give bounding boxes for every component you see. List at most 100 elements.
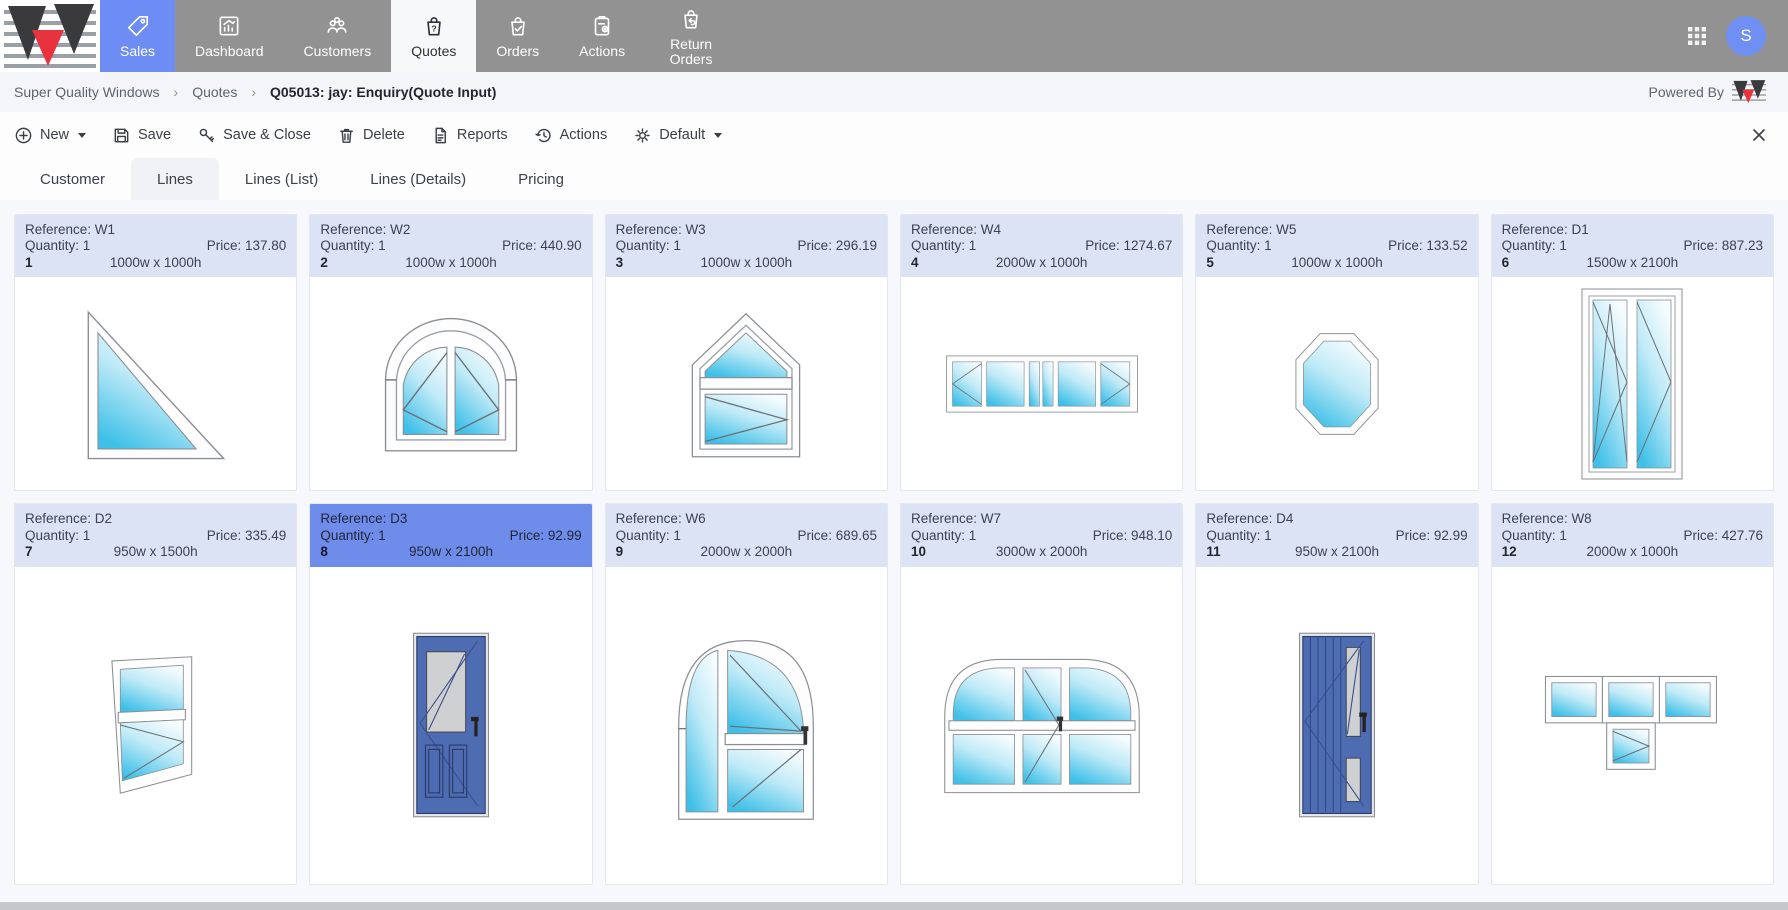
delete-button[interactable]: Delete — [337, 126, 405, 145]
card-line-number: 2 — [320, 255, 385, 271]
card-quantity: Quantity: 1 — [1206, 238, 1271, 254]
card-dimensions: 2000w x 1000h — [976, 255, 1107, 271]
save-button[interactable]: Save — [112, 126, 171, 145]
tab-lines[interactable]: Lines — [131, 158, 219, 200]
apps-grid-icon[interactable] — [1686, 25, 1708, 47]
save-and-close-label: Save & Close — [223, 127, 311, 143]
product-drawing-wide-arched-window — [901, 567, 1182, 884]
nav-tab-label: Orders — [496, 44, 539, 59]
tab-label: Lines — [157, 171, 193, 188]
nav-tab-actions[interactable]: Actions — [559, 0, 645, 72]
bag-check-icon — [505, 13, 531, 39]
quote-line-card-d4[interactable]: Reference: D4 Quantity: 1Price: 92.99 11… — [1195, 503, 1478, 884]
save-and-close-button[interactable]: Save & Close — [197, 126, 311, 145]
reports-button-label: Reports — [457, 127, 508, 143]
quote-line-card-w8[interactable]: Reference: W8 Quantity: 1Price: 427.76 1… — [1491, 503, 1774, 884]
reports-button[interactable]: Reports — [431, 126, 508, 145]
nav-tabs: Sales Dashboard Customers ? Quotes — [100, 0, 737, 72]
quote-line-card-w6[interactable]: Reference: W6 Quantity: 1Price: 689.65 9… — [605, 503, 888, 884]
card-quantity: Quantity: 1 — [25, 528, 90, 544]
product-drawing-arched-door — [606, 567, 887, 884]
user-avatar[interactable]: S — [1726, 16, 1766, 56]
breadcrumb-separator: › — [251, 84, 256, 100]
quote-line-card-w5[interactable]: Reference: W5 Quantity: 1Price: 133.52 5… — [1195, 214, 1478, 491]
tab-lines-details[interactable]: Lines (Details) — [344, 158, 492, 200]
product-drawing-arched-window — [310, 277, 591, 490]
bottom-scrollbar-track[interactable] — [0, 902, 1788, 910]
product-drawing-open-window — [15, 567, 296, 884]
logo-icon — [4, 4, 96, 68]
card-price: Price: 137.80 — [207, 238, 287, 254]
svg-text:?: ? — [431, 24, 436, 34]
card-reference: Reference: D1 — [1502, 222, 1763, 238]
nav-tab-customers[interactable]: Customers — [284, 0, 392, 72]
card-quantity: Quantity: 1 — [320, 238, 385, 254]
nav-tab-label: Dashboard — [195, 44, 264, 59]
card-quantity: Quantity: 1 — [616, 528, 681, 544]
card-reference: Reference: W7 — [911, 511, 1172, 527]
history-icon — [534, 126, 553, 145]
card-line-number: 9 — [616, 544, 681, 560]
nav-tab-dashboard[interactable]: Dashboard — [175, 0, 284, 72]
quote-line-card-d1[interactable]: Reference: D1 Quantity: 1Price: 887.23 6… — [1491, 214, 1774, 491]
card-quantity: Quantity: 1 — [1502, 238, 1567, 254]
card-line-number: 11 — [1206, 544, 1271, 560]
new-button[interactable]: New — [14, 126, 86, 145]
avatar-initial: S — [1740, 26, 1751, 46]
quote-line-card-d3-selected[interactable]: Reference: D3 Quantity: 1Price: 92.99 89… — [309, 503, 592, 884]
quote-line-card-w7[interactable]: Reference: W7 Quantity: 1Price: 948.10 1… — [900, 503, 1183, 884]
card-line-number: 10 — [911, 544, 976, 560]
card-price: Price: 335.49 — [207, 528, 287, 544]
nav-tab-return-orders[interactable]: Return Orders — [645, 0, 737, 72]
default-view-button[interactable]: Default — [633, 126, 722, 145]
card-reference: Reference: W6 — [616, 511, 877, 527]
quote-line-card-w4[interactable]: Reference: W4 Quantity: 1Price: 1274.67 … — [900, 214, 1183, 491]
bag-question-icon: ? — [421, 13, 447, 39]
card-price: Price: 440.90 — [502, 238, 582, 254]
people-icon — [324, 13, 350, 39]
card-header: Reference: W4 Quantity: 1Price: 1274.67 … — [901, 215, 1182, 277]
breadcrumb-site[interactable]: Super Quality Windows — [14, 84, 160, 100]
card-header: Reference: W1 Quantity: 1Price: 137.80 1… — [15, 215, 296, 277]
product-drawing-five-pane-window — [901, 277, 1182, 490]
card-price: Price: 296.19 — [797, 238, 877, 254]
card-reference: Reference: D4 — [1206, 511, 1467, 527]
product-drawing-double-casement — [1492, 277, 1773, 490]
nav-tab-orders[interactable]: Orders — [476, 0, 559, 72]
bag-return-icon — [678, 6, 704, 32]
product-drawing-octagon-window — [1196, 277, 1477, 490]
quote-line-card-d2[interactable]: Reference: D2 Quantity: 1Price: 335.49 7… — [14, 503, 297, 884]
save-button-label: Save — [138, 127, 171, 143]
app-logo[interactable] — [0, 0, 100, 72]
nav-tab-label: Quotes — [411, 44, 456, 59]
card-reference: Reference: W2 — [320, 222, 581, 238]
actions-button[interactable]: Actions — [534, 126, 608, 145]
card-quantity: Quantity: 1 — [616, 238, 681, 254]
document-icon — [431, 126, 450, 145]
card-reference: Reference: W3 — [616, 222, 877, 238]
nav-tab-sales[interactable]: Sales — [100, 0, 175, 72]
tab-pricing[interactable]: Pricing — [492, 158, 590, 200]
quote-line-card-w2[interactable]: Reference: W2 Quantity: 1 Price: 440.90 2… — [309, 214, 592, 491]
card-reference: Reference: D2 — [25, 511, 286, 527]
tab-label: Pricing — [518, 171, 564, 188]
tab-label: Lines (List) — [245, 171, 318, 188]
top-navigation: Sales Dashboard Customers ? Quotes — [0, 0, 1788, 72]
card-reference: Reference: W8 — [1502, 511, 1763, 527]
card-line-number: 4 — [911, 255, 976, 271]
powered-by-label: Powered By — [1649, 84, 1724, 100]
close-icon[interactable] — [1750, 126, 1768, 144]
breadcrumb-quotes[interactable]: Quotes — [192, 84, 237, 100]
nav-tab-quotes[interactable]: ? Quotes — [391, 0, 476, 72]
tab-lines-list[interactable]: Lines (List) — [219, 158, 344, 200]
card-reference: Reference: D3 — [320, 511, 581, 527]
product-drawing-gable-window — [606, 277, 887, 490]
tab-customer[interactable]: Customer — [14, 158, 131, 200]
quote-line-card-w1[interactable]: Reference: W1 Quantity: 1Price: 137.80 1… — [14, 214, 297, 491]
card-line-number: 1 — [25, 255, 90, 271]
nav-tab-label: Return Orders — [665, 37, 717, 66]
card-price: Price: 1274.67 — [1085, 238, 1172, 254]
card-line-number: 6 — [1502, 255, 1567, 271]
quote-line-card-w3[interactable]: Reference: W3 Quantity: 1Price: 296.19 3… — [605, 214, 888, 491]
card-header: Reference: W8 Quantity: 1Price: 427.76 1… — [1492, 504, 1773, 566]
